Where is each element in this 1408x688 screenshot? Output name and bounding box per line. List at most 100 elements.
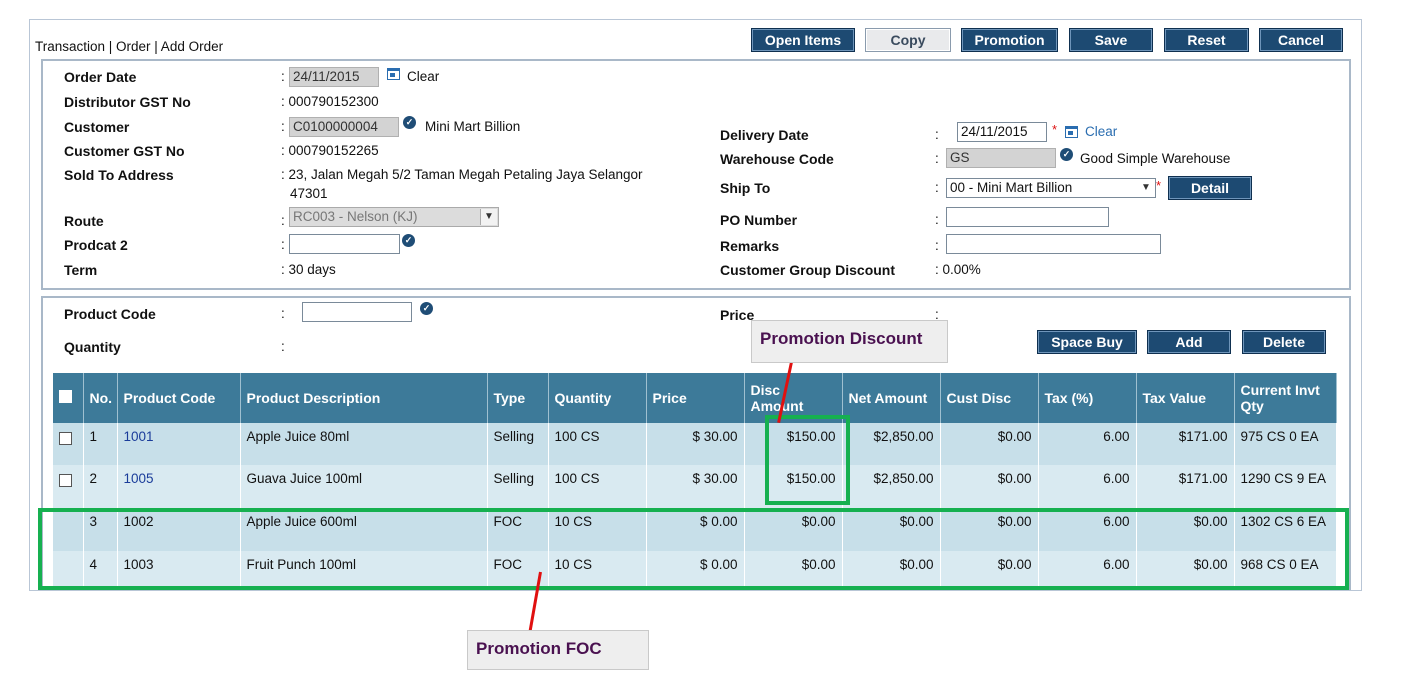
row-checkbox[interactable] <box>59 474 72 487</box>
add-button[interactable]: Add <box>1147 330 1231 354</box>
po-number-label: PO Number <box>720 212 798 228</box>
quantity-label: Quantity <box>64 339 121 355</box>
column-header[interactable]: Net Amount <box>842 373 941 423</box>
required-star: * <box>1156 178 1162 193</box>
warehouse-code-field[interactable]: GS <box>946 148 1056 168</box>
product-description: Apple Juice 80ml <box>240 423 488 465</box>
checkmark-icon[interactable]: ✓ <box>1060 148 1073 161</box>
table-row[interactable]: 1 1001 Apple Juice 80ml Selling 100 CS $… <box>53 423 1337 465</box>
cancel-button[interactable]: Cancel <box>1259 28 1343 52</box>
line-tax-value: $171.00 <box>1136 465 1235 508</box>
column-header[interactable]: Price <box>646 373 745 423</box>
column-header[interactable]: Cust Disc <box>940 373 1039 423</box>
distributor-gst-label: Distributor GST No <box>64 94 191 110</box>
warehouse-name: Good Simple Warehouse <box>1080 151 1231 166</box>
product-code-link[interactable]: 1001 <box>117 423 241 465</box>
line-quantity: 100 CS <box>548 465 647 508</box>
customer-gst-value: : 000790152265 <box>281 143 379 158</box>
copy-button[interactable]: Copy <box>865 28 951 52</box>
product-code-link[interactable]: 1005 <box>117 465 241 508</box>
route-label: Route <box>64 213 104 229</box>
row-no: 1 <box>83 423 118 465</box>
colon: : <box>935 151 939 166</box>
route-value: RC003 - Nelson (KJ) <box>293 209 418 224</box>
colon: : <box>281 69 285 84</box>
remarks-label: Remarks <box>720 238 780 254</box>
column-header[interactable]: Tax Value <box>1136 373 1235 423</box>
row-checkbox[interactable] <box>59 432 72 445</box>
remarks-field[interactable] <box>946 234 1161 254</box>
save-button[interactable]: Save <box>1069 28 1153 52</box>
distributor-gst-value: : 000790152300 <box>281 94 379 109</box>
detail-button[interactable]: Detail <box>1168 176 1252 200</box>
space-buy-button[interactable]: Space Buy <box>1037 330 1137 354</box>
table-row[interactable]: 2 1005 Guava Juice 100ml Selling 100 CS … <box>53 465 1337 508</box>
order-date-clear-link[interactable]: Clear <box>407 69 439 84</box>
colon: : <box>935 238 939 253</box>
column-header[interactable]: Tax (%) <box>1038 373 1137 423</box>
table-header-row: No. Product Code Product Description Typ… <box>53 373 1337 423</box>
line-cust-disc: $0.00 <box>940 423 1039 465</box>
delete-button[interactable]: Delete <box>1242 330 1326 354</box>
ship-to-label: Ship To <box>720 180 771 196</box>
line-tax-value: $171.00 <box>1136 423 1235 465</box>
line-price: $ 30.00 <box>646 423 745 465</box>
sold-to-label: Sold To Address <box>64 167 174 183</box>
customer-name: Mini Mart Billion <box>425 119 521 134</box>
delivery-date-field[interactable]: 24/11/2015 <box>957 122 1047 142</box>
calendar-icon[interactable] <box>1065 126 1078 138</box>
term-value: : 30 days <box>281 262 336 277</box>
customer-group-discount-value: : 0.00% <box>935 262 981 277</box>
colon: : <box>935 180 939 195</box>
order-date-field[interactable]: 24/11/2015 <box>289 67 379 87</box>
column-header[interactable]: Current Invt Qty <box>1234 373 1337 423</box>
line-price: $ 30.00 <box>646 465 745 508</box>
ship-to-value: 00 - Mini Mart Billion <box>950 180 1073 195</box>
delivery-date-clear-link[interactable]: Clear <box>1085 124 1117 139</box>
product-code-label: Product Code <box>64 306 156 322</box>
product-description: Guava Juice 100ml <box>240 465 488 508</box>
required-star: * <box>1052 122 1058 137</box>
colon: : <box>281 119 285 134</box>
customer-group-discount-label: Customer Group Discount <box>720 262 896 278</box>
prodcat-label: Prodcat 2 <box>64 237 128 253</box>
select-all-checkbox[interactable] <box>59 390 72 403</box>
checkmark-icon[interactable]: ✓ <box>420 302 433 315</box>
promotion-button[interactable]: Promotion <box>961 28 1058 52</box>
prodcat-field[interactable] <box>289 234 400 254</box>
select-all-header[interactable] <box>53 373 84 423</box>
customer-code-field[interactable]: C0100000004 <box>289 117 399 137</box>
line-current-invt: 1290 CS 9 EA <box>1234 465 1337 508</box>
route-select[interactable]: RC003 - Nelson (KJ) ▼ <box>289 207 499 227</box>
chevron-down-icon: ▼ <box>480 209 497 225</box>
breadcrumb: Transaction | Order | Add Order <box>35 39 224 54</box>
open-items-button[interactable]: Open Items <box>751 28 855 52</box>
term-label: Term <box>64 262 98 278</box>
calendar-icon[interactable] <box>387 68 400 80</box>
promotion-discount-callout: Promotion Discount <box>751 320 948 363</box>
chevron-down-icon: ▼ <box>1138 180 1154 196</box>
column-header[interactable]: No. <box>83 373 118 423</box>
customer-gst-label: Customer GST No <box>64 143 185 159</box>
column-header[interactable]: Product Description <box>240 373 488 423</box>
sold-to-line2: 47301 <box>290 186 328 201</box>
column-header[interactable]: Quantity <box>548 373 647 423</box>
reset-button[interactable]: Reset <box>1164 28 1249 52</box>
promotion-discount-highlight <box>765 415 850 505</box>
promotion-foc-callout: Promotion FOC <box>467 630 649 670</box>
column-header[interactable]: Product Code <box>117 373 241 423</box>
promotion-foc-highlight <box>38 508 1349 590</box>
po-number-field[interactable] <box>946 207 1109 227</box>
ship-to-select[interactable]: 00 - Mini Mart Billion ▼ <box>946 178 1156 198</box>
warehouse-label: Warehouse Code <box>720 151 834 167</box>
product-code-field[interactable] <box>302 302 412 322</box>
line-type: Selling <box>487 465 549 508</box>
line-net-amount: $2,850.00 <box>842 465 941 508</box>
line-type: Selling <box>487 423 549 465</box>
sold-to-line1: : 23, Jalan Megah 5/2 Taman Megah Petali… <box>281 167 643 182</box>
line-cust-disc: $0.00 <box>940 465 1039 508</box>
checkmark-icon[interactable]: ✓ <box>403 116 416 129</box>
checkmark-icon[interactable]: ✓ <box>402 234 415 247</box>
line-net-amount: $2,850.00 <box>842 423 941 465</box>
column-header[interactable]: Type <box>487 373 549 423</box>
